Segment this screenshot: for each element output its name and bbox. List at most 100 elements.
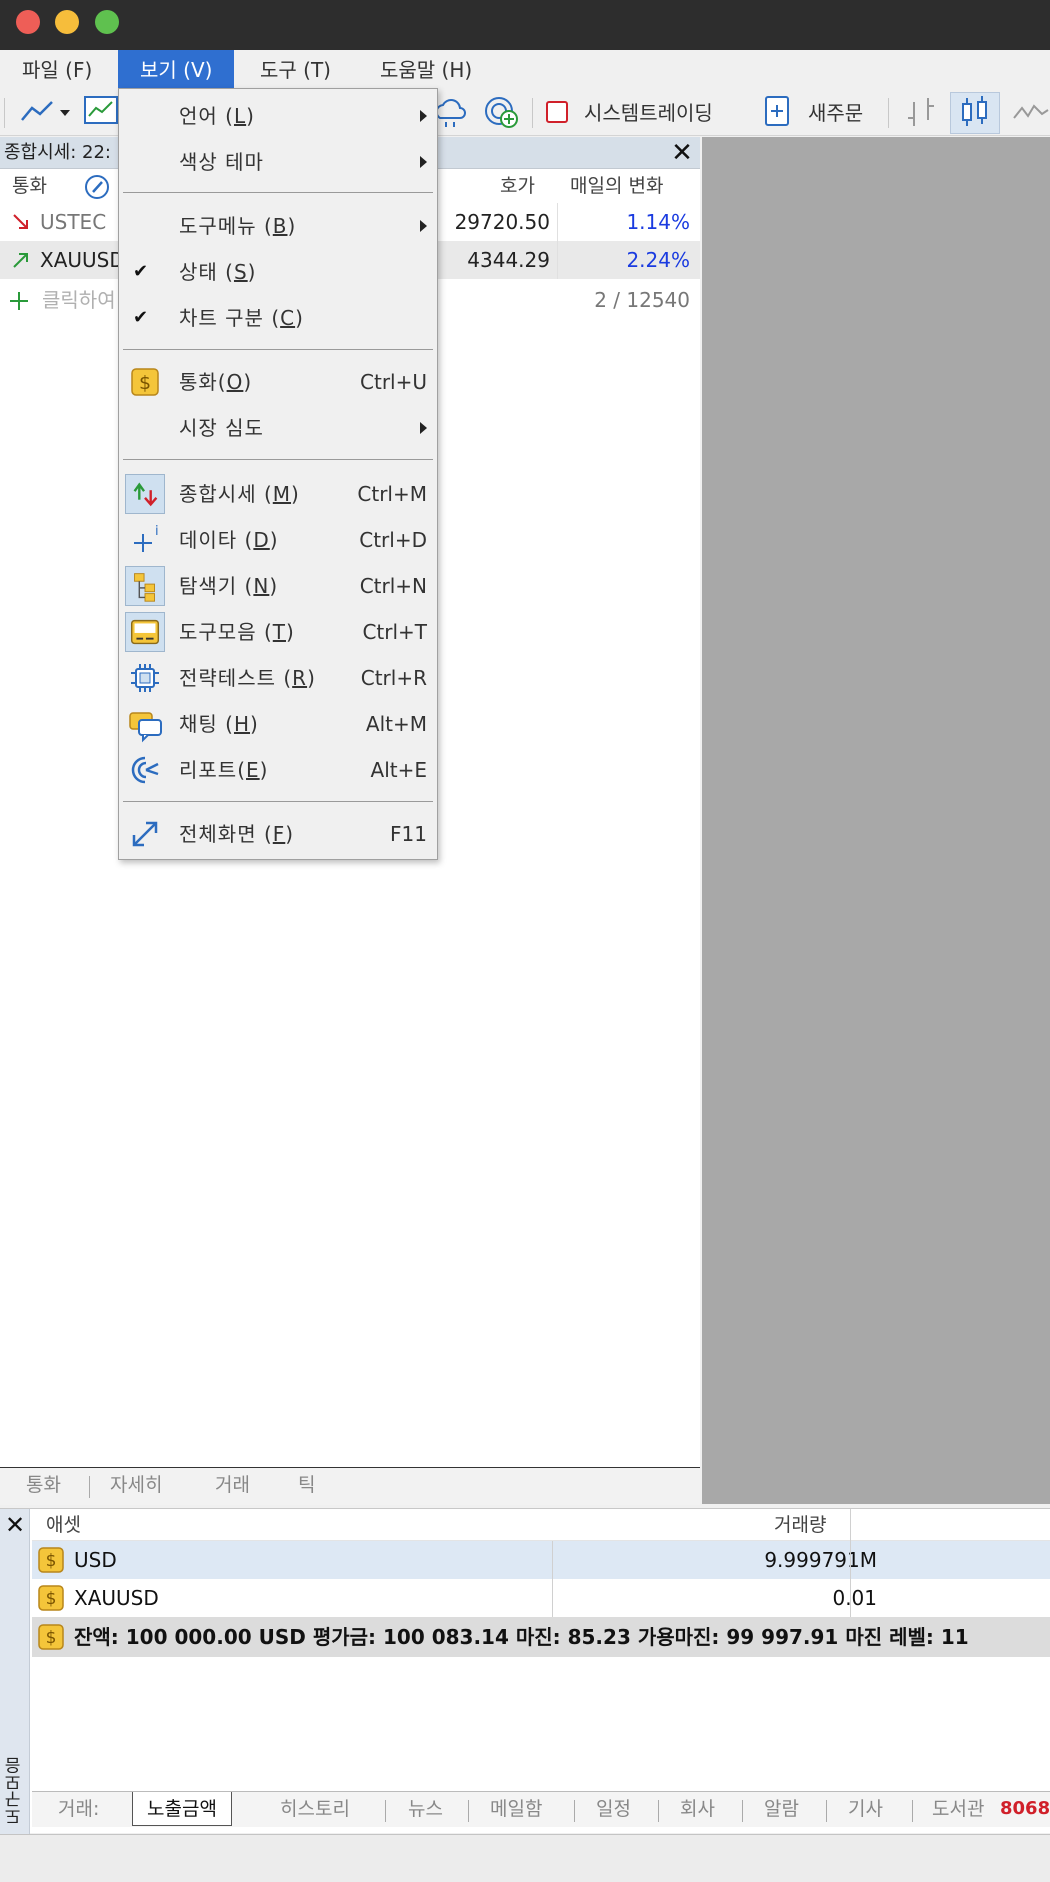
column-header-change[interactable]: 매일의 변화	[570, 169, 663, 203]
tab-divider	[912, 1800, 913, 1822]
submenu-arrow-icon	[420, 156, 427, 168]
tab-divider	[658, 1800, 659, 1822]
tab-trading[interactable]: 거래	[215, 1468, 250, 1502]
menu-item-toolbox[interactable]: 도구모음 (T) Ctrl+T	[119, 609, 437, 655]
chat-icon	[129, 712, 162, 743]
navigator-tree-icon	[125, 566, 165, 606]
tab-history[interactable]: 히스토리	[280, 1792, 350, 1826]
new-order-icon[interactable]	[762, 94, 794, 130]
tab-articles[interactable]: 기사	[848, 1792, 883, 1826]
market-watch-close-button[interactable]: ✕	[668, 137, 696, 169]
tab-news[interactable]: 뉴스	[408, 1792, 443, 1826]
tab-library[interactable]: 도서관	[932, 1792, 984, 1826]
menu-item-label: 리포트(E)	[179, 758, 269, 782]
menu-help[interactable]: 도움말 (H)	[358, 50, 494, 90]
bar-chart-icon[interactable]	[902, 94, 942, 130]
column-header-asset[interactable]: 애셋	[46, 1509, 81, 1541]
column-header-symbol[interactable]: 통화	[12, 169, 47, 203]
submenu-arrow-icon	[420, 110, 427, 122]
svg-text:$: $	[46, 1589, 57, 1609]
menu-item-market-depth[interactable]: 시장 심도	[119, 405, 437, 451]
cell-divider	[557, 203, 558, 241]
tab-details[interactable]: 자세히	[110, 1468, 162, 1502]
column-divider	[850, 1509, 851, 1541]
menu-item-market-watch[interactable]: 종합시세 (M) Ctrl+M	[119, 471, 437, 517]
asset-name: USD	[74, 1548, 117, 1572]
tab-trade[interactable]: 거래:	[58, 1792, 99, 1826]
asset-volume: 9.999791M	[764, 1548, 877, 1572]
tab-company[interactable]: 회사	[680, 1792, 715, 1826]
menu-item-strategy-tester[interactable]: 전략테스트 (R) Ctrl+R	[119, 655, 437, 701]
menu-item-shortcut: F11	[390, 822, 427, 846]
bid-value: 29720.50	[454, 210, 550, 234]
menu-item-toolbars[interactable]: 도구메뉴 (B)	[119, 203, 437, 249]
arrow-down-icon	[13, 214, 28, 229]
close-window-button[interactable]	[16, 10, 40, 34]
zoom-window-button[interactable]	[95, 10, 119, 34]
menu-item-shortcut: Alt+M	[365, 712, 427, 736]
menu-item-chat[interactable]: 채팅 (H) Alt+M	[119, 701, 437, 747]
symbol-count: 2 / 12540	[594, 288, 690, 312]
stop-icon[interactable]	[544, 94, 570, 130]
app-window: 파일 (F) 보기 (V) 도구 (T) 도움말 (H) 시스템트레이딩 새주문…	[0, 0, 1050, 1882]
menu-item-status-bar[interactable]: ✔ 상태 (S)	[119, 249, 437, 295]
menu-item-color-theme[interactable]: 색상 테마	[119, 139, 437, 185]
market-watch-tabs: 통화 자세히 거래 틱	[0, 1467, 700, 1505]
new-order-button[interactable]: 새주문	[808, 90, 863, 136]
tab-calendar[interactable]: 일정	[596, 1792, 631, 1826]
account-summary-row: $ 잔액: 100 000.00 USD 평가금: 100 083.14 마진:…	[32, 1617, 1050, 1657]
menu-item-chart-bar[interactable]: ✔ 차트 구분 (C)	[119, 295, 437, 341]
table-row[interactable]: $ XAUUSD 0.01	[32, 1579, 1050, 1617]
menu-separator	[123, 459, 433, 460]
dollar-icon: $	[131, 368, 159, 396]
menu-file[interactable]: 파일 (F)	[0, 50, 114, 90]
menu-item-shortcut: Ctrl+D	[359, 528, 427, 552]
menu-item-label: 탐색기 (N)	[179, 574, 279, 598]
toolbox-close-button[interactable]: ✕	[3, 1511, 27, 1539]
tab-ticks[interactable]: 틱	[298, 1468, 315, 1502]
line-mode-icon[interactable]	[1012, 94, 1050, 130]
tab-alerts[interactable]: 알람	[764, 1792, 799, 1826]
menu-view[interactable]: 보기 (V)	[118, 50, 235, 90]
market-watch-title: 종합시세: 22:	[4, 142, 111, 163]
menu-item-data-window[interactable]: i 데이타 (D) Ctrl+D	[119, 517, 437, 563]
menu-tools[interactable]: 도구 (T)	[238, 50, 353, 90]
chart-window-icon[interactable]	[82, 94, 122, 130]
menu-separator	[123, 192, 433, 193]
cloud-icon[interactable]	[434, 94, 466, 130]
menu-item-navigator[interactable]: 탐색기 (N) Ctrl+N	[119, 563, 437, 609]
menu-separator	[123, 801, 433, 802]
cell-divider	[557, 241, 558, 279]
tab-mailbox[interactable]: 메일함	[490, 1792, 542, 1826]
toolbox-icon	[125, 612, 165, 652]
system-trading-button[interactable]: 시스템트레이딩	[584, 90, 713, 136]
menu-item-shortcut: Ctrl+T	[362, 620, 427, 644]
title-bar	[0, 0, 1050, 50]
dollar-icon: $	[38, 1624, 64, 1650]
column-header-volume[interactable]: 거래량	[774, 1509, 826, 1541]
asset-name: XAUUSD	[74, 1586, 159, 1610]
change-value: 2.24%	[626, 248, 690, 272]
menu-item-reports[interactable]: 리포트(E) Alt+E	[119, 747, 437, 793]
menu-item-full-screen[interactable]: 전체화면 (F) F11	[119, 811, 437, 857]
toolbox-side-label: 도구모음	[5, 1757, 25, 1825]
change-value: 1.14%	[626, 210, 690, 234]
report-icon	[131, 756, 159, 784]
checkmark-icon: ✔	[133, 307, 149, 328]
svg-text:$: $	[46, 1551, 57, 1571]
signal-add-icon[interactable]	[482, 94, 522, 130]
column-header-bid[interactable]: 호가	[500, 169, 535, 203]
tab-symbols[interactable]: 통화	[26, 1468, 61, 1502]
menu-item-language[interactable]: 언어 (L)	[119, 93, 437, 139]
tab-exposure[interactable]: 노출금액	[132, 1792, 232, 1826]
table-row[interactable]: $ USD 9.999791M	[32, 1541, 1050, 1579]
status-bar	[0, 1834, 1050, 1882]
market-watch-icon	[125, 474, 165, 514]
menu-item-label: 전체화면 (F)	[179, 822, 295, 846]
minimize-window-button[interactable]	[55, 10, 79, 34]
menu-item-symbols[interactable]: $ 통화(O) Ctrl+U	[119, 359, 437, 405]
line-chart-icon[interactable]	[18, 94, 74, 130]
cell-divider	[850, 1541, 851, 1579]
arrow-up-icon	[13, 253, 28, 268]
edit-icon[interactable]	[84, 174, 110, 200]
